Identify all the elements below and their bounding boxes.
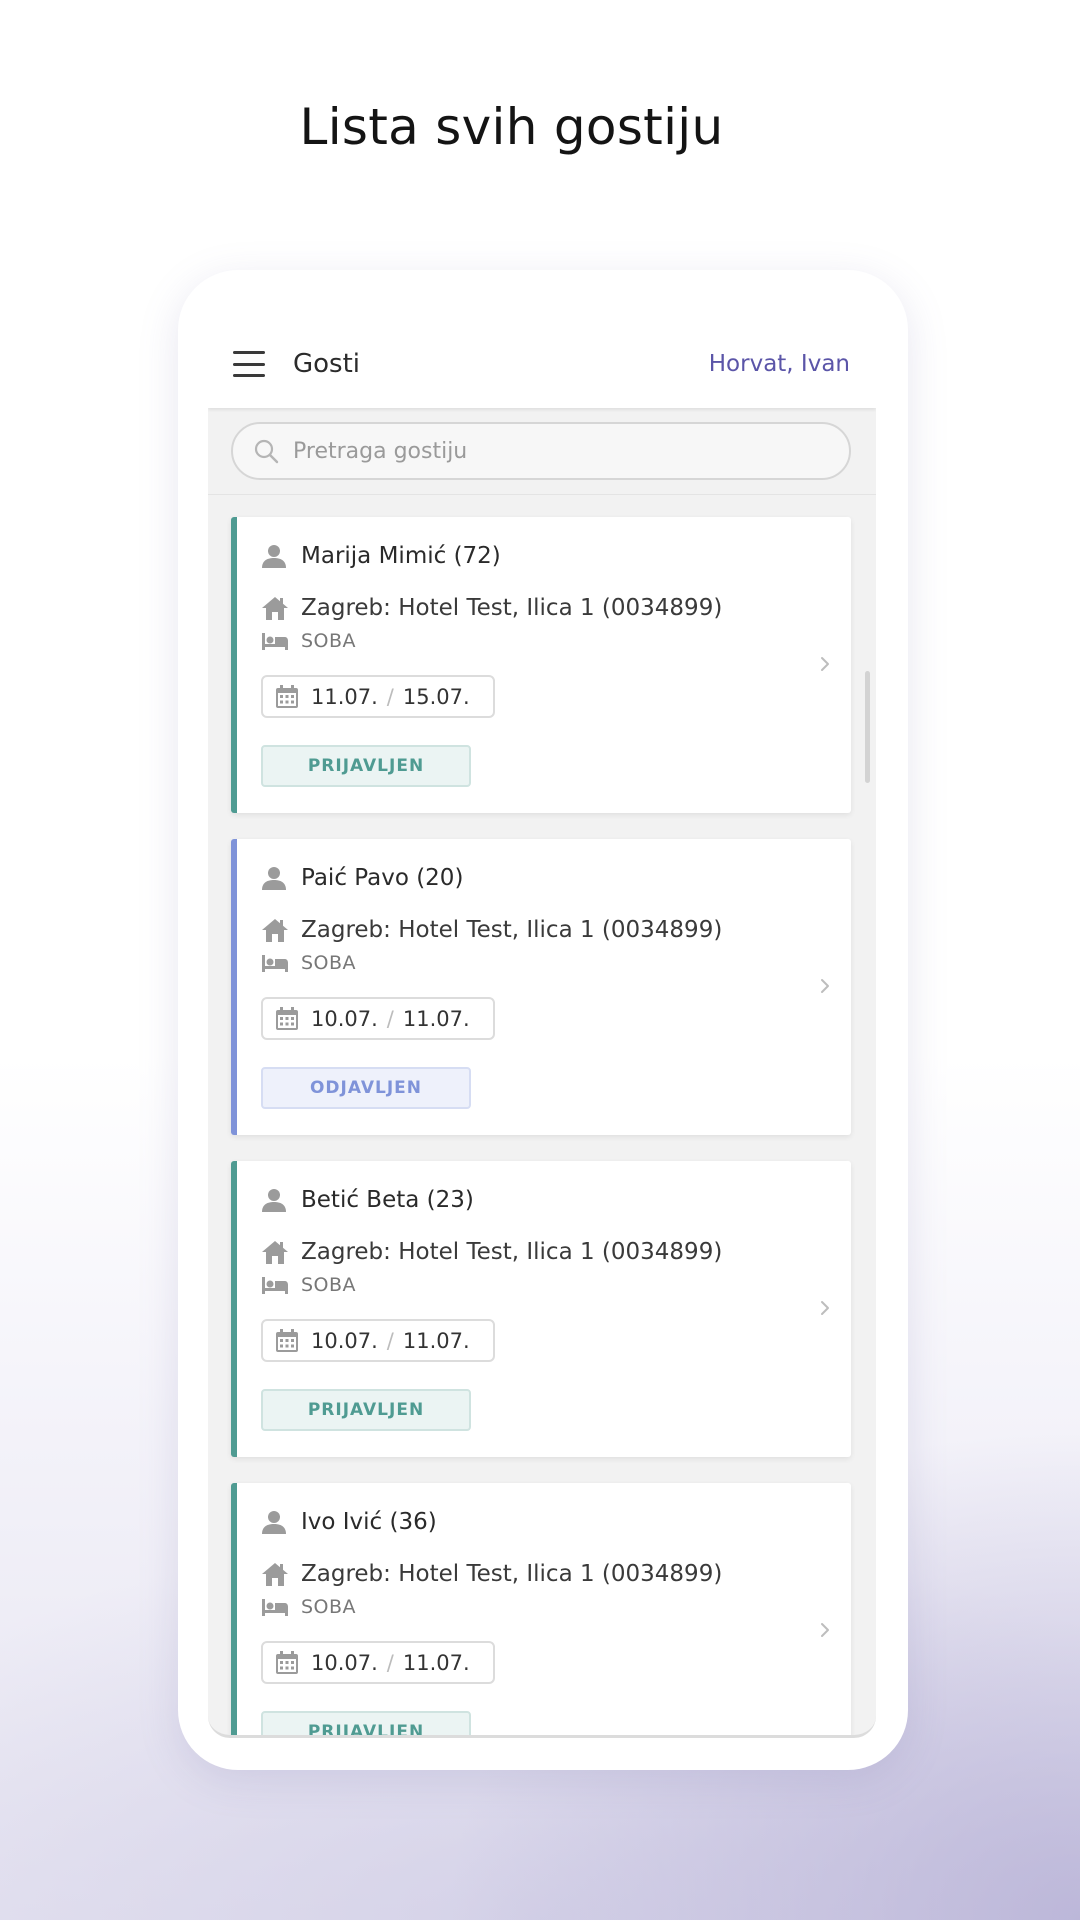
bed-icon — [262, 955, 288, 972]
guest-name: Paić Pavo (20) — [301, 865, 464, 891]
date-range: 10.07. / 11.07. — [261, 1319, 495, 1362]
date-separator: / — [386, 684, 394, 709]
search-bar — [208, 408, 876, 495]
search-field[interactable] — [231, 422, 851, 480]
guest-name-row: Betić Beta (23) — [261, 1187, 474, 1213]
app-screen: Gosti Horvat, Ivan Marija Mimić (72) — [208, 320, 876, 1738]
bed-icon — [262, 1277, 288, 1294]
guest-location: Zagreb: Hotel Test, Ilica 1 (0034899) — [301, 1239, 723, 1265]
guest-location: Zagreb: Hotel Test, Ilica 1 (0034899) — [301, 917, 723, 943]
location-row: Zagreb: Hotel Test, Ilica 1 (0034899) — [261, 1239, 722, 1265]
current-user-link[interactable]: Horvat, Ivan — [709, 351, 850, 377]
date-separator: / — [386, 1650, 394, 1675]
date-to: 11.07. — [402, 1650, 470, 1675]
room-row: SOBA — [261, 952, 356, 974]
bed-icon — [262, 633, 288, 650]
chevron-right-icon[interactable] — [819, 1620, 831, 1640]
guest-location: Zagreb: Hotel Test, Ilica 1 (0034899) — [301, 1561, 723, 1587]
date-range: 10.07. / 11.07. — [261, 997, 495, 1040]
room-row: SOBA — [261, 630, 356, 652]
date-to: 11.07. — [402, 1006, 470, 1031]
person-icon — [262, 1511, 286, 1534]
location-row: Zagreb: Hotel Test, Ilica 1 (0034899) — [261, 595, 722, 621]
status-badge: PRIJAVLJEN — [261, 745, 471, 787]
location-row: Zagreb: Hotel Test, Ilica 1 (0034899) — [261, 1561, 722, 1587]
person-icon — [262, 1189, 286, 1212]
room-row: SOBA — [261, 1274, 356, 1296]
chevron-right-icon[interactable] — [819, 976, 831, 996]
person-icon — [262, 867, 286, 890]
guest-name: Betić Beta (23) — [301, 1187, 474, 1213]
date-separator: / — [386, 1006, 394, 1031]
guest-card-3[interactable]: Betić Beta (23) Zagreb: Hotel Test, Ilic… — [231, 1161, 851, 1457]
status-badge: PRIJAVLJEN — [261, 1389, 471, 1431]
chevron-right-icon[interactable] — [819, 654, 831, 674]
phone-frame: Gosti Horvat, Ivan Marija Mimić (72) — [178, 270, 908, 1770]
room-type: SOBA — [301, 1274, 357, 1296]
guest-card-1[interactable]: Marija Mimić (72) Zagreb: Hotel Test, Il… — [231, 517, 851, 813]
app-bar: Gosti Horvat, Ivan — [208, 320, 876, 408]
app-title: Gosti — [293, 349, 361, 379]
date-range: 11.07. / 15.07. — [261, 675, 495, 718]
date-from: 10.07. — [311, 1650, 378, 1675]
guest-name: Ivo Ivić (36) — [301, 1509, 437, 1535]
home-icon — [262, 919, 288, 942]
calendar-icon — [276, 1006, 298, 1030]
person-icon — [262, 545, 286, 568]
room-type: SOBA — [301, 630, 357, 652]
search-icon — [254, 439, 279, 464]
search-input[interactable] — [293, 438, 829, 464]
guest-location: Zagreb: Hotel Test, Ilica 1 (0034899) — [301, 595, 723, 621]
status-badge: PRIJAVLJEN — [261, 1711, 471, 1735]
guest-name-row: Marija Mimić (72) — [261, 543, 501, 569]
date-from: 10.07. — [311, 1328, 378, 1353]
guest-list[interactable]: Marija Mimić (72) Zagreb: Hotel Test, Il… — [208, 495, 876, 1735]
guest-name: Marija Mimić (72) — [301, 543, 501, 569]
location-row: Zagreb: Hotel Test, Ilica 1 (0034899) — [261, 917, 722, 943]
guest-name-row: Paić Pavo (20) — [261, 865, 463, 891]
room-type: SOBA — [301, 952, 357, 974]
home-icon — [262, 1563, 288, 1586]
calendar-icon — [276, 684, 298, 708]
home-icon — [262, 1241, 288, 1264]
page-headline: Lista svih gostiju — [299, 98, 724, 156]
home-icon — [262, 597, 288, 620]
date-from: 11.07. — [311, 684, 378, 709]
date-range: 10.07. / 11.07. — [261, 1641, 495, 1684]
room-type: SOBA — [301, 1596, 357, 1618]
date-separator: / — [386, 1328, 394, 1353]
menu-icon[interactable] — [233, 351, 265, 377]
chevron-right-icon[interactable] — [819, 1298, 831, 1318]
scrollbar[interactable] — [865, 671, 870, 783]
room-row: SOBA — [261, 1596, 356, 1618]
status-badge: ODJAVLJEN — [261, 1067, 471, 1109]
calendar-icon — [276, 1650, 298, 1674]
guest-card-2[interactable]: Paić Pavo (20) Zagreb: Hotel Test, Ilica… — [231, 839, 851, 1135]
date-to: 15.07. — [402, 684, 470, 709]
date-from: 10.07. — [311, 1006, 378, 1031]
date-to: 11.07. — [402, 1328, 470, 1353]
guest-card-4[interactable]: Ivo Ivić (36) Zagreb: Hotel Test, Ilica … — [231, 1483, 851, 1735]
guest-name-row: Ivo Ivić (36) — [261, 1509, 437, 1535]
calendar-icon — [276, 1328, 298, 1352]
bed-icon — [262, 1599, 288, 1616]
